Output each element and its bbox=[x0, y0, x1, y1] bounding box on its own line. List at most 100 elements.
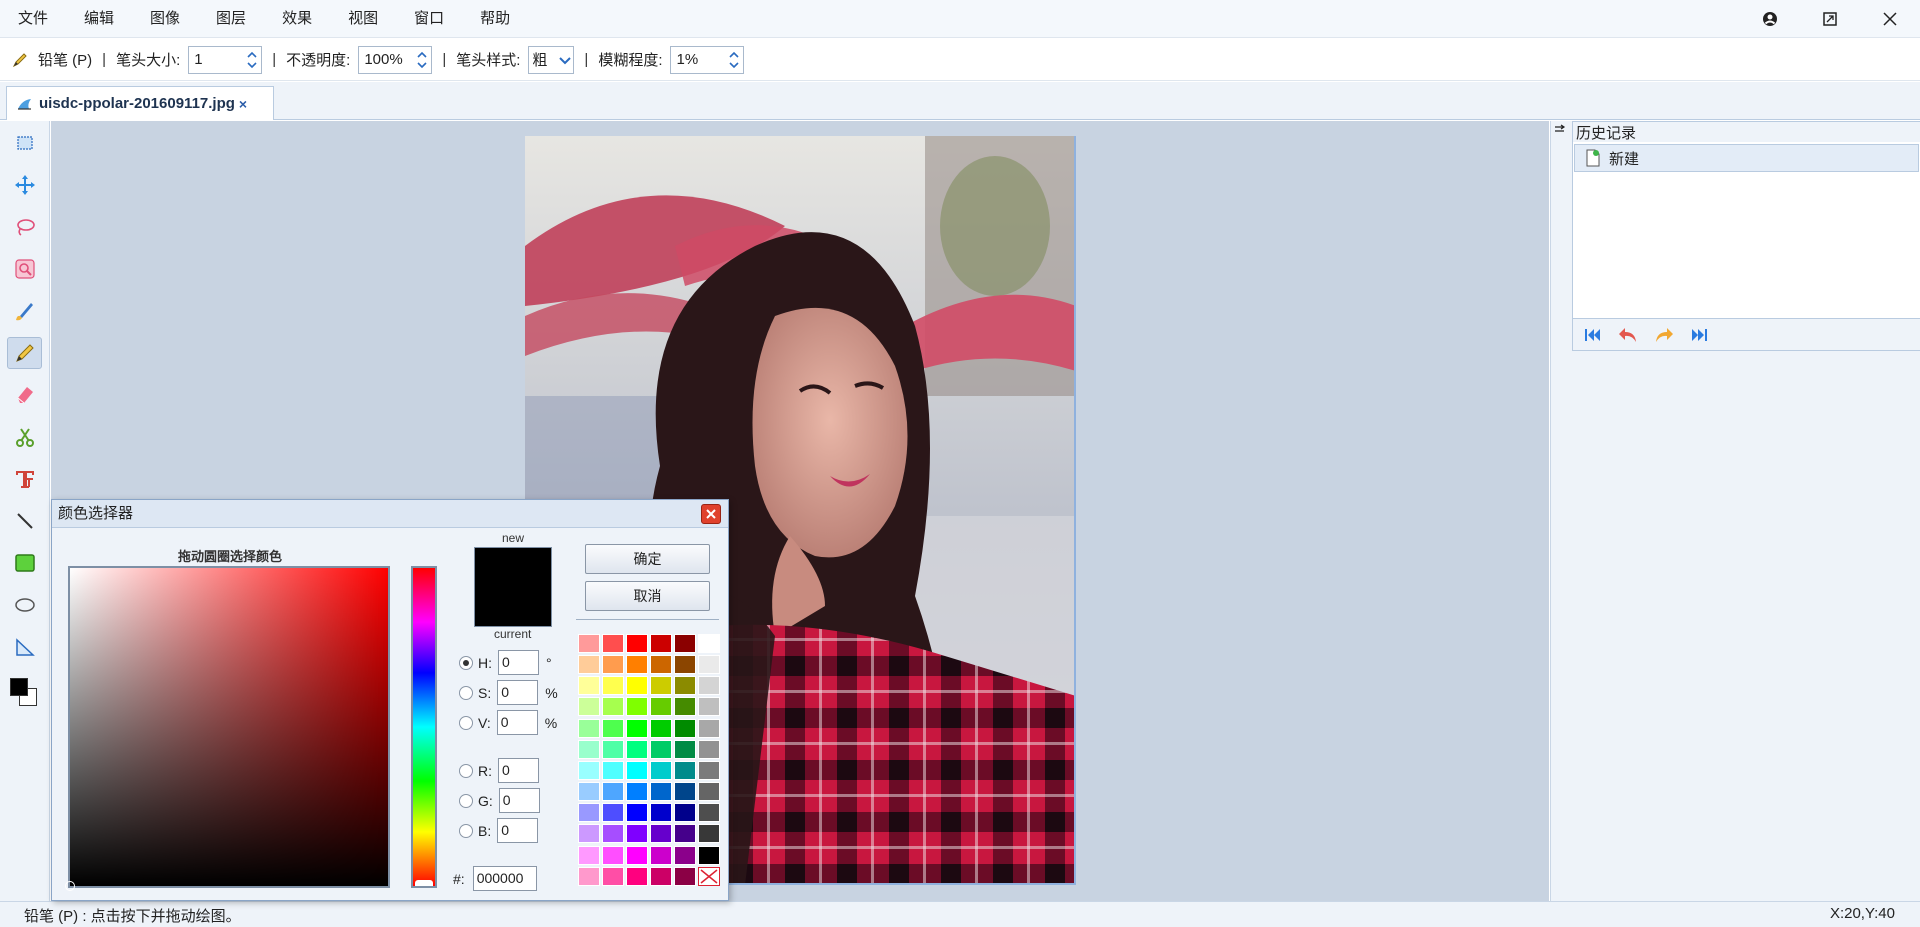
palette-swatch[interactable] bbox=[650, 655, 672, 675]
palette-swatch[interactable] bbox=[626, 676, 648, 696]
palette-swatch[interactable] bbox=[674, 676, 696, 696]
palette-swatch[interactable] bbox=[578, 824, 600, 844]
tool-brush[interactable] bbox=[7, 295, 42, 327]
palette-swatch[interactable] bbox=[698, 718, 720, 738]
palette-swatch[interactable] bbox=[602, 824, 624, 844]
palette-swatch[interactable] bbox=[626, 634, 648, 653]
palette-swatch[interactable] bbox=[626, 718, 648, 738]
tool-pencil[interactable] bbox=[7, 337, 42, 369]
palette-swatch[interactable] bbox=[578, 782, 600, 802]
palette-swatch[interactable] bbox=[578, 866, 600, 886]
size-stepper[interactable]: 1 bbox=[188, 45, 263, 74]
palette-swatch[interactable] bbox=[626, 697, 648, 717]
palette-swatch[interactable] bbox=[578, 718, 600, 738]
menu-image[interactable]: 图像 bbox=[132, 0, 198, 38]
palette-swatch[interactable] bbox=[698, 803, 720, 823]
palette-swatch[interactable] bbox=[698, 739, 720, 759]
history-item[interactable]: 新建 bbox=[1574, 144, 1919, 172]
saturation-radio[interactable] bbox=[459, 685, 473, 700]
palette-swatch[interactable] bbox=[626, 845, 648, 865]
close-tab-icon[interactable]: × bbox=[239, 96, 247, 112]
blue-input[interactable]: 0 bbox=[497, 818, 539, 843]
palette-swatch[interactable] bbox=[626, 803, 648, 823]
palette-swatch[interactable] bbox=[578, 760, 600, 780]
document-tab[interactable]: uisdc-ppolar-201609117.jpg × bbox=[6, 86, 274, 120]
palette-swatch[interactable] bbox=[626, 782, 648, 802]
palette-swatch[interactable] bbox=[602, 803, 624, 823]
palette-swatch[interactable] bbox=[602, 718, 624, 738]
undo-icon[interactable] bbox=[1617, 326, 1639, 344]
palette-swatch[interactable] bbox=[650, 803, 672, 823]
palette-swatch[interactable] bbox=[674, 634, 696, 653]
palette-swatch[interactable] bbox=[602, 845, 624, 865]
palette-swatch[interactable] bbox=[674, 824, 696, 844]
palette-swatch[interactable] bbox=[578, 739, 600, 759]
green-input[interactable]: 0 bbox=[498, 788, 540, 813]
palette-swatch[interactable] bbox=[698, 782, 720, 802]
palette-swatch[interactable] bbox=[602, 634, 624, 653]
palette-swatch[interactable] bbox=[626, 760, 648, 780]
palette-swatch[interactable] bbox=[650, 739, 672, 759]
palette-swatch[interactable] bbox=[602, 697, 624, 717]
palette-swatch[interactable] bbox=[602, 866, 624, 886]
palette-swatch[interactable] bbox=[578, 697, 600, 717]
ok-button[interactable]: 确定 bbox=[585, 544, 710, 574]
dialog-close-button[interactable] bbox=[701, 504, 721, 524]
blue-radio[interactable] bbox=[459, 823, 473, 838]
menu-view[interactable]: 视图 bbox=[330, 0, 396, 38]
close-window-button[interactable] bbox=[1860, 0, 1920, 38]
hue-slider[interactable] bbox=[411, 566, 437, 888]
palette-swatch[interactable] bbox=[650, 697, 672, 717]
palette-swatch[interactable] bbox=[698, 655, 720, 675]
menu-effects[interactable]: 效果 bbox=[264, 0, 330, 38]
green-radio[interactable] bbox=[459, 793, 473, 808]
palette-swatch[interactable] bbox=[698, 760, 720, 780]
blur-stepper[interactable]: 1% bbox=[670, 45, 745, 74]
palette-swatch[interactable] bbox=[578, 655, 600, 675]
palette-swatch[interactable] bbox=[626, 866, 648, 886]
menu-edit[interactable]: 编辑 bbox=[66, 0, 132, 38]
palette-swatch[interactable] bbox=[578, 676, 600, 696]
palette-swatch[interactable] bbox=[698, 845, 720, 865]
menu-file[interactable]: 文件 bbox=[0, 0, 66, 38]
palette-swatch[interactable] bbox=[674, 697, 696, 717]
menu-window[interactable]: 窗口 bbox=[396, 0, 462, 38]
palette-swatch[interactable] bbox=[602, 739, 624, 759]
tool-rectangle[interactable] bbox=[7, 547, 42, 579]
palette-swatch[interactable] bbox=[674, 655, 696, 675]
palette-swatch[interactable] bbox=[602, 655, 624, 675]
palette-swatch[interactable] bbox=[674, 760, 696, 780]
palette-swatch[interactable] bbox=[674, 718, 696, 738]
palette-swatch[interactable] bbox=[578, 803, 600, 823]
value-radio[interactable] bbox=[459, 715, 473, 730]
menu-layer[interactable]: 图层 bbox=[198, 0, 264, 38]
palette-swatch[interactable] bbox=[626, 824, 648, 844]
palette-swatch[interactable] bbox=[626, 739, 648, 759]
palette-swatch[interactable] bbox=[650, 824, 672, 844]
palette-swatch[interactable] bbox=[578, 845, 600, 865]
red-input[interactable]: 0 bbox=[498, 758, 539, 783]
sv-cursor[interactable] bbox=[65, 881, 75, 891]
tool-magic-wand[interactable] bbox=[7, 253, 42, 285]
palette-swatch[interactable] bbox=[650, 676, 672, 696]
tool-move[interactable] bbox=[7, 169, 42, 201]
tool-line[interactable] bbox=[7, 505, 42, 537]
tool-text[interactable] bbox=[7, 463, 42, 495]
palette-swatch[interactable] bbox=[650, 845, 672, 865]
redo-icon[interactable] bbox=[1653, 326, 1675, 344]
palette-swatch[interactable] bbox=[698, 824, 720, 844]
foreground-color-swatch[interactable] bbox=[10, 678, 28, 696]
opacity-stepper[interactable]: 100% bbox=[358, 45, 433, 74]
palette-swatch[interactable] bbox=[698, 676, 720, 696]
last-step-icon[interactable] bbox=[1689, 326, 1709, 344]
menu-help[interactable]: 帮助 bbox=[462, 0, 528, 38]
palette-swatch[interactable] bbox=[578, 634, 600, 653]
hue-input[interactable]: 0 bbox=[498, 650, 539, 675]
palette-swatch[interactable] bbox=[698, 634, 720, 653]
hue-radio[interactable] bbox=[459, 655, 473, 670]
user-button[interactable] bbox=[1740, 0, 1800, 38]
cancel-button[interactable]: 取消 bbox=[585, 581, 710, 611]
spin-arrows-icon[interactable] bbox=[243, 47, 261, 73]
tool-ellipse[interactable] bbox=[7, 589, 42, 621]
first-step-icon[interactable] bbox=[1583, 326, 1603, 344]
